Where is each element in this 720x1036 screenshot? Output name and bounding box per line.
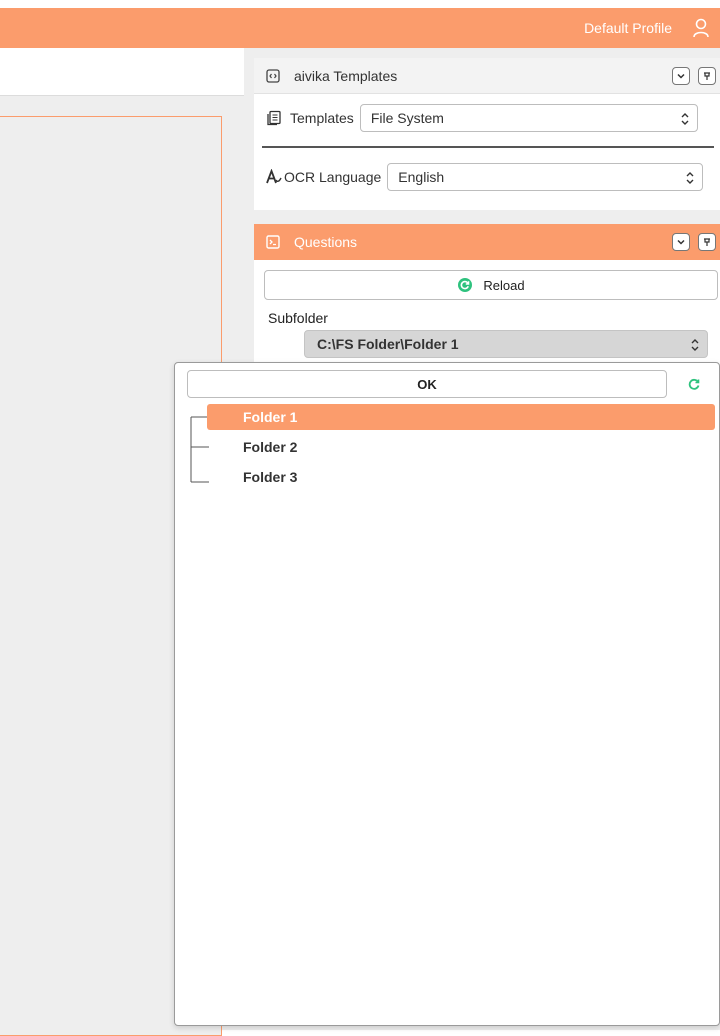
- reload-label: Reload: [483, 277, 525, 293]
- language-icon: [266, 169, 282, 184]
- templates-panel: aivika Templates Templates File System O…: [254, 58, 720, 210]
- tree-item-folder-1[interactable]: Folder 1: [207, 404, 715, 430]
- pin-icon: [704, 72, 710, 80]
- templates-label: Templates: [290, 110, 354, 126]
- subfolder-label: Subfolder: [268, 310, 328, 326]
- ok-label: OK: [417, 376, 437, 392]
- chevron-down-icon: [677, 239, 685, 245]
- ocr-language-row: OCR Language English: [254, 162, 720, 192]
- templates-panel-title: aivika Templates: [294, 67, 398, 84]
- templates-panel-header: aivika Templates: [254, 58, 720, 94]
- ocr-language-value: English: [398, 169, 445, 185]
- tree-item-label: Folder 3: [243, 469, 298, 485]
- chevron-down-icon: [677, 73, 685, 79]
- template-code-icon: [266, 68, 280, 83]
- updown-caret-icon: [691, 339, 699, 351]
- divider: [262, 146, 714, 148]
- subfolder-dropdown: OK Folder 1 Folder 2 Folder 3: [174, 362, 720, 1026]
- updown-caret-icon: [686, 172, 694, 184]
- updown-caret-icon: [681, 113, 689, 125]
- templates-row: Templates File System: [254, 103, 720, 133]
- subfolder-select[interactable]: C:\FS Folder\Folder 1: [304, 330, 708, 358]
- tree-item-label: Folder 2: [243, 439, 298, 455]
- questions-panel-title: Questions: [294, 234, 358, 250]
- questions-panel: Questions Reload Subfolder C:\FS Folder\…: [254, 224, 720, 384]
- questions-panel-header: Questions: [254, 224, 720, 260]
- terminal-icon: [266, 235, 280, 249]
- document-tab-bar: [0, 48, 244, 96]
- user-icon[interactable]: [692, 18, 710, 38]
- pin-button[interactable]: [698, 67, 716, 85]
- tree-item-label: Folder 1: [243, 409, 298, 425]
- pin-button[interactable]: [698, 233, 716, 251]
- subfolder-value: C:\FS Folder\Folder 1: [317, 336, 459, 352]
- reload-button[interactable]: Reload: [264, 270, 718, 300]
- top-bar: Default Profile: [0, 8, 720, 48]
- refresh-icon: [458, 278, 473, 292]
- ocr-language-select[interactable]: English: [387, 163, 704, 191]
- pin-icon: [704, 238, 710, 246]
- tree-item-folder-2[interactable]: Folder 2: [207, 434, 715, 460]
- collapse-button[interactable]: [672, 67, 690, 85]
- ocr-language-label: OCR Language: [284, 169, 382, 185]
- templates-select-value: File System: [370, 110, 444, 126]
- templates-icon: [267, 110, 281, 126]
- templates-select[interactable]: File System: [359, 104, 698, 132]
- tree-item-folder-3[interactable]: Folder 3: [207, 464, 715, 490]
- profile-name[interactable]: Default Profile: [584, 20, 672, 36]
- refresh-icon[interactable]: [687, 377, 701, 391]
- collapse-button[interactable]: [672, 233, 690, 251]
- ok-button[interactable]: OK: [187, 370, 667, 398]
